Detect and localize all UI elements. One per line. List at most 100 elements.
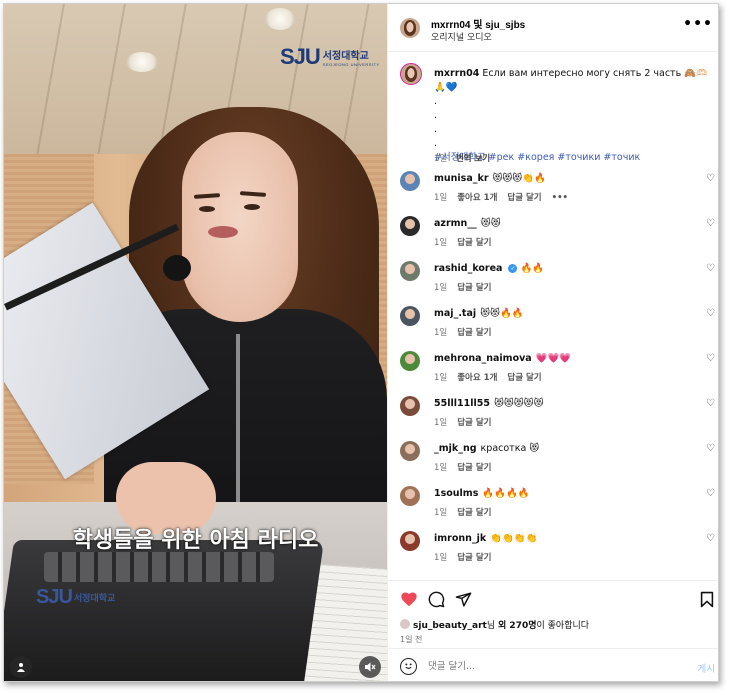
post-time: 1일 전 (400, 635, 423, 644)
comment-button[interactable] (428, 591, 445, 613)
comment-likes[interactable]: 좋아요 1개 (457, 373, 497, 383)
commenter-avatar[interactable] (400, 261, 420, 281)
comment-like-heart-icon[interactable]: ♡ (706, 308, 715, 319)
audio-label[interactable]: 오리지널 오디오 (431, 30, 492, 43)
comment-body: rashid_korea ✓ 🔥🔥 (434, 263, 544, 274)
mute-button[interactable] (359, 656, 381, 678)
eye (244, 204, 260, 210)
caption-body: mxrrn04 Если вам интересно могу снять 2 … (434, 67, 714, 165)
comment-body: azrmn__ 😻😻 (434, 218, 501, 229)
share-button[interactable] (455, 591, 472, 613)
author-username[interactable]: mxrrn04 및 sju_sjbs (431, 16, 525, 31)
commenter-avatar[interactable] (400, 216, 420, 236)
commenter-avatar[interactable] (400, 171, 420, 191)
reply-button[interactable]: 답글 달기 (457, 553, 491, 563)
commenter-username[interactable]: rashid_korea (434, 263, 502, 274)
comment-like-heart-icon[interactable]: ♡ (706, 533, 715, 544)
like-button[interactable] (400, 591, 418, 612)
comment-item: munisa_kr 😻😻😻👏🔥 1일 좋아요 1개 답글 달기 ••• ♡ (388, 171, 718, 215)
reply-button[interactable]: 답글 달기 (507, 373, 541, 383)
comment-text: 👏👏👏👏 (490, 533, 538, 544)
muted-speaker-icon (365, 662, 376, 672)
translate-link[interactable]: 번역 보기 (456, 154, 490, 164)
reply-button[interactable]: 답글 달기 (457, 283, 491, 293)
commenter-avatar[interactable] (400, 486, 420, 506)
reply-button[interactable]: 답글 달기 (457, 238, 491, 248)
reply-button[interactable]: 답글 달기 (457, 328, 491, 338)
comment-meta: 1일 답글 달기 (434, 506, 501, 518)
save-button[interactable] (700, 591, 714, 613)
comment-like-heart-icon[interactable]: ♡ (706, 488, 715, 499)
commenter-avatar[interactable] (400, 396, 420, 416)
comment-item: 1soulms 🔥🔥🔥🔥 1일 답글 달기 ♡ (388, 486, 718, 530)
comment-like-heart-icon[interactable]: ♡ (706, 263, 715, 274)
comment-time: 1일 (434, 193, 448, 203)
ceiling-light (126, 52, 158, 72)
liked-by-user[interactable]: sju_beauty_art (413, 621, 487, 631)
reply-button[interactable]: 답글 달기 (457, 508, 491, 518)
author-avatar[interactable] (400, 18, 420, 38)
liked-suffix: 이 좋아합니다 (536, 621, 590, 631)
commenter-username[interactable]: 1soulms (434, 488, 478, 499)
commenter-avatar[interactable] (400, 351, 420, 371)
caption-dot: . (434, 124, 438, 135)
post-details-panel: mxrrn04 및 sju_sjbs 오리지널 오디오 ••• mxrrn04 … (387, 4, 718, 681)
comment-like-heart-icon[interactable]: ♡ (706, 173, 715, 184)
comment-body: mehrona_naimova 💗💗💗 (434, 353, 571, 364)
comment-body: maj_.taj 😻😻🔥🔥 (434, 308, 524, 319)
reply-button[interactable]: 답글 달기 (507, 193, 541, 203)
likes-summary[interactable]: sju_beauty_art님 외 270명이 좋아합니다 (400, 618, 589, 631)
comment-text: 😻😻😻😻😻 (493, 398, 544, 409)
commenter-username[interactable]: maj_.taj (434, 308, 476, 319)
bookmark-icon (700, 591, 714, 608)
eye (199, 206, 215, 212)
logo-english: SEOJEONG UNIVERSITY (322, 62, 380, 67)
liker-avatar (400, 619, 410, 629)
video-player[interactable]: SJU 서정대학교 SEOJEONG UNIVERSITY SJU 서정대학교 … (4, 4, 387, 681)
comment-body: 55lll11ll55 😻😻😻😻😻 (434, 398, 543, 409)
comment-time: 1일 (434, 238, 448, 248)
university-logo: SJU 서정대학교 SEOJEONG UNIVERSITY (280, 44, 380, 70)
commenter-username[interactable]: mehrona_naimova (434, 353, 532, 364)
post-actions: sju_beauty_art님 외 270명이 좋아합니다 1일 전 (388, 580, 718, 648)
commenter-username[interactable]: 55lll11ll55 (434, 398, 490, 409)
comment-meta: 1일 답글 달기 (434, 326, 501, 338)
reply-button[interactable]: 답글 달기 (457, 463, 491, 473)
comment-item: maj_.taj 😻😻🔥🔥 1일 답글 달기 ♡ (388, 306, 718, 350)
comments-list[interactable]: mxrrn04 Если вам интересно могу снять 2 … (388, 53, 718, 580)
commenter-avatar[interactable] (400, 306, 420, 326)
comment-like-heart-icon[interactable]: ♡ (706, 218, 715, 229)
comment-input[interactable] (428, 657, 668, 675)
comment-body: 1soulms 🔥🔥🔥🔥 (434, 488, 530, 499)
comment-meta: 1일 답글 달기 (434, 461, 501, 473)
caption-dot: . (434, 110, 438, 121)
caption-time: 1일 (434, 154, 448, 164)
comment-like-heart-icon[interactable]: ♡ (706, 443, 715, 454)
comment-like-heart-icon[interactable]: ♡ (706, 353, 715, 364)
caption-username[interactable]: mxrrn04 (434, 68, 479, 79)
commenter-username[interactable]: _mjk_ng (434, 443, 477, 454)
post-header: mxrrn04 및 sju_sjbs 오리지널 오디오 ••• (388, 4, 718, 52)
commenter-avatar[interactable] (400, 531, 420, 551)
emoji-icon[interactable] (400, 658, 417, 675)
post-comment-button[interactable]: 게시 (698, 661, 715, 675)
commenter-username[interactable]: munisa_kr (434, 173, 489, 184)
comment-time: 1일 (434, 418, 448, 428)
logo-mark: SJU (36, 586, 73, 608)
comment-likes[interactable]: 좋아요 1개 (457, 193, 497, 203)
reply-button[interactable]: 답글 달기 (457, 418, 491, 428)
commenter-avatar[interactable] (400, 441, 420, 461)
commenter-username[interactable]: imronn_jk (434, 533, 486, 544)
tagged-users-button[interactable] (10, 656, 32, 678)
comment-more-icon[interactable]: ••• (552, 193, 568, 203)
add-comment-bar: 게시 (388, 648, 718, 681)
commenter-username[interactable]: azrmn__ (434, 218, 477, 229)
comment-item: mehrona_naimova 💗💗💗 1일 좋아요 1개 답글 달기 ♡ (388, 351, 718, 395)
more-options-icon[interactable]: ••• (683, 16, 713, 32)
comment-like-heart-icon[interactable]: ♡ (706, 398, 715, 409)
comment-text: 😻😻 (480, 218, 501, 229)
caption-author-avatar[interactable] (400, 63, 422, 85)
comment-time: 1일 (434, 373, 448, 383)
university-logo-console: SJU 서정대학교 (36, 586, 115, 609)
others-count[interactable]: 외 270명 (498, 621, 536, 631)
